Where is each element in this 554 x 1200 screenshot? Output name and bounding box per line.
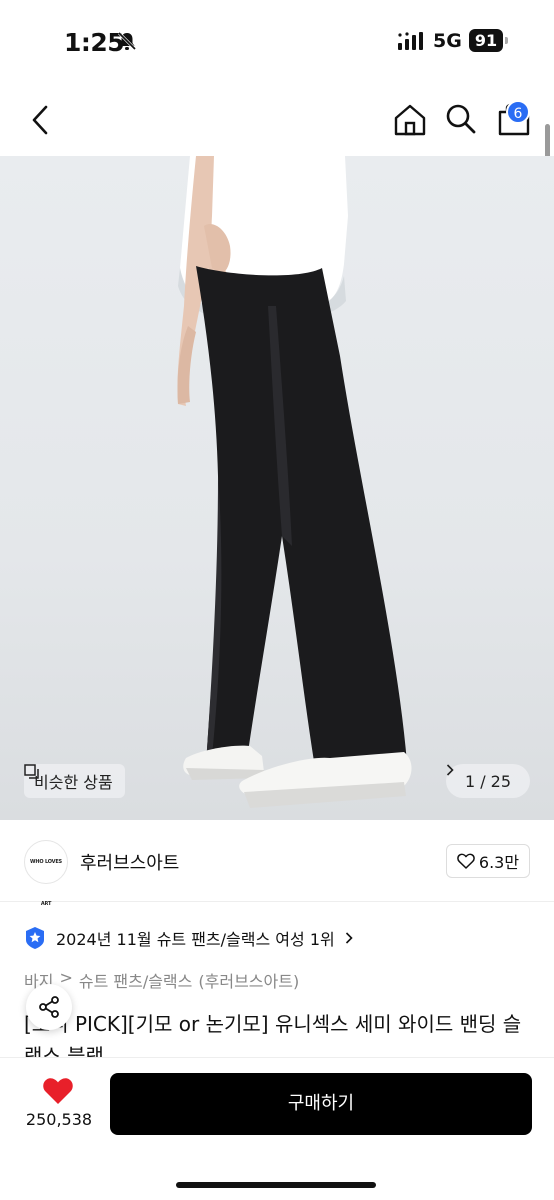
ranking-link[interactable]: 2024년 11월 슈트 팬츠/슬랙스 여성 1위 [24, 924, 353, 952]
product-like-count: 250,538 [25, 1110, 93, 1129]
product-photo [177, 156, 412, 808]
search-icon[interactable] [444, 102, 478, 136]
back-icon[interactable] [26, 103, 54, 137]
brand-name[interactable]: 후러브스아트 [80, 849, 179, 875]
brand-logo[interactable]: WHO LOVES ART [24, 840, 68, 907]
share-icon [39, 996, 59, 1018]
chevron-right-icon [345, 932, 353, 944]
network-type: 5G [433, 30, 462, 52]
bell-muted-icon [117, 31, 137, 51]
battery-icon: 91 [469, 29, 509, 53]
home-icon[interactable] [392, 102, 428, 138]
breadcrumb: 바지 > 슈트 팬츠/슬랙스 (후러브스아트) [24, 968, 299, 992]
image-pager[interactable]: 1 / 25 [446, 764, 530, 798]
pager-text: 1 / 25 [464, 771, 512, 791]
ranking-text: 2024년 11월 슈트 팬츠/슬랙스 여성 1위 [56, 930, 335, 949]
brand-like-count: 6.3만 [478, 853, 520, 872]
heart-outline-icon [457, 853, 475, 869]
cart-count-badge: 6 [506, 100, 530, 124]
top-navigation: 6 [0, 84, 554, 156]
similar-products-label: 비슷한 상품 [34, 773, 113, 792]
status-bar: 1:25 5G 91 [0, 0, 554, 84]
similar-products-button[interactable]: 비슷한 상품 [24, 764, 125, 798]
purchase-bar: 250,538 구매하기 [0, 1058, 554, 1200]
breadcrumb-brand[interactable]: (후러브스아트) [198, 968, 299, 992]
brand-like-button[interactable]: 6.3만 [446, 844, 530, 878]
heart-filled-icon[interactable] [42, 1076, 74, 1106]
battery-level: 91 [469, 29, 503, 52]
similar-icon [24, 764, 39, 779]
home-indicator [176, 1182, 376, 1188]
brand-row[interactable]: WHO LOVES ART 후러브스아트 6.3만 [0, 820, 554, 907]
share-button[interactable] [26, 984, 72, 1030]
signal-icon [398, 32, 423, 50]
breadcrumb-subcategory[interactable]: 슈트 팬츠/슬랙스 [79, 968, 193, 992]
buy-button[interactable]: 구매하기 [110, 1073, 532, 1135]
ranking-badge-icon [26, 927, 44, 949]
product-image-gallery[interactable]: 비슷한 상품 1 / 25 [0, 156, 554, 820]
chevron-right-icon [446, 764, 454, 776]
